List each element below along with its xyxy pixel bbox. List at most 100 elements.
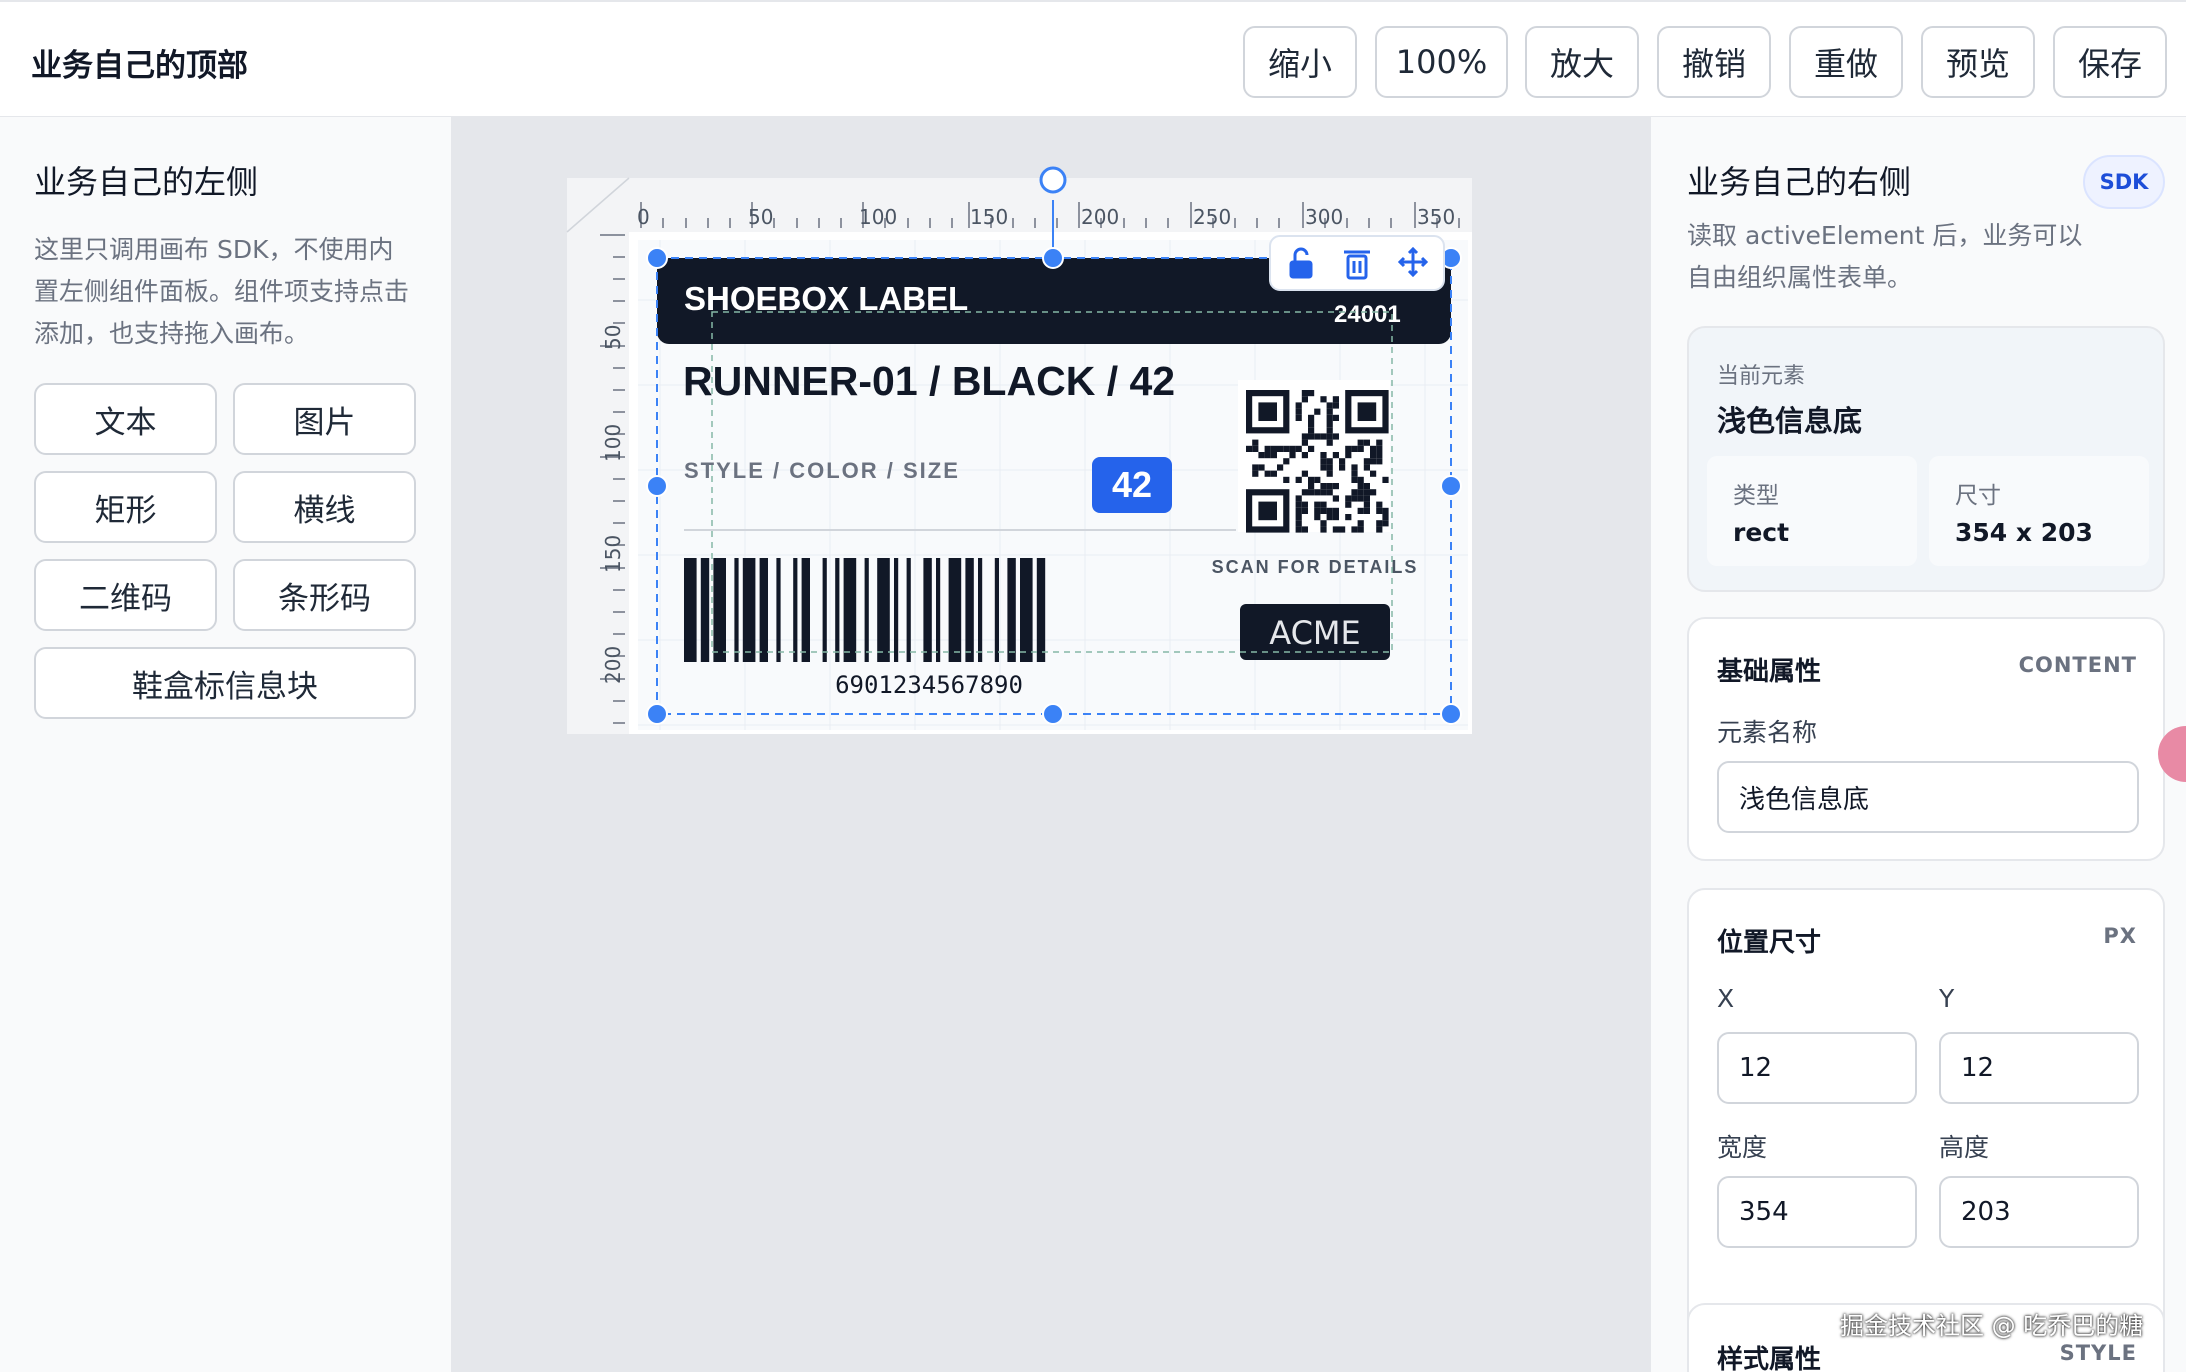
resize-handle-s[interactable] bbox=[1042, 703, 1064, 725]
barcode-bar bbox=[965, 558, 974, 662]
barcode-bar bbox=[877, 558, 890, 662]
qr-module bbox=[1357, 507, 1364, 514]
qr-module bbox=[1295, 507, 1302, 514]
qr-module bbox=[1295, 526, 1302, 533]
qr-module bbox=[1357, 476, 1364, 483]
qr-module bbox=[1332, 414, 1339, 421]
ruler-y-label: 150 bbox=[601, 535, 625, 573]
resize-handle-se[interactable] bbox=[1440, 703, 1462, 725]
barcode-bar bbox=[948, 558, 962, 662]
qr-module bbox=[1370, 452, 1377, 459]
barcode-bar bbox=[1036, 558, 1046, 662]
qr-module bbox=[1320, 458, 1327, 465]
label-style-line[interactable]: STYLE / COLOR / SIZE bbox=[684, 458, 960, 483]
qr-module bbox=[1308, 476, 1315, 483]
qr-module bbox=[1283, 458, 1290, 465]
qr-module bbox=[1301, 501, 1308, 508]
qr-module bbox=[1351, 445, 1358, 452]
qr-module bbox=[1351, 495, 1358, 502]
ruler-y-label: 200 bbox=[601, 646, 625, 684]
basic-properties-card: 基础属性 CONTENT 元素名称 浅色信息底 bbox=[1687, 617, 2165, 861]
barcode-number[interactable]: 6901234567890 bbox=[835, 671, 1023, 699]
qr-module bbox=[1252, 470, 1259, 477]
qr-module bbox=[1376, 507, 1383, 514]
qr-module bbox=[1308, 427, 1315, 434]
qr-module bbox=[1351, 489, 1358, 496]
qr-module bbox=[1370, 445, 1377, 452]
barcode-bar bbox=[684, 558, 697, 662]
style-properties-tag: STYLE bbox=[2059, 1341, 2137, 1365]
barcode-bar bbox=[759, 558, 768, 662]
qr-module bbox=[1345, 501, 1352, 508]
x-input[interactable]: 12 bbox=[1717, 1032, 1917, 1104]
ruler-x-label: 50 bbox=[748, 205, 773, 229]
ruler-y-label: 100 bbox=[601, 424, 625, 462]
qr-module bbox=[1252, 464, 1259, 471]
qr-module bbox=[1301, 526, 1308, 533]
barcode-bar bbox=[700, 558, 710, 662]
qr-module bbox=[1308, 489, 1315, 496]
resize-handle-n[interactable] bbox=[1042, 247, 1064, 269]
qr-module bbox=[1376, 526, 1383, 533]
qr-module bbox=[1301, 433, 1308, 440]
ruler-x-label: 150 bbox=[970, 205, 1008, 229]
qr-module bbox=[1376, 501, 1383, 508]
qr-module bbox=[1332, 483, 1339, 490]
resize-handle-e[interactable] bbox=[1440, 475, 1462, 497]
qr-module bbox=[1376, 439, 1383, 446]
label-product-name[interactable]: RUNNER-01 / BLACK / 42 bbox=[683, 356, 1203, 406]
qr-module bbox=[1295, 476, 1302, 483]
qr-module bbox=[1326, 507, 1333, 514]
qr-module bbox=[1326, 408, 1333, 415]
current-element-card: 当前元素 浅色信息底 类型 rect 尺寸 354 x 203 bbox=[1687, 326, 2165, 592]
scan-text[interactable]: SCAN FOR DETAILS bbox=[1212, 557, 1419, 577]
qr-module bbox=[1295, 501, 1302, 508]
ruler-y-label: 50 bbox=[601, 325, 625, 350]
barcode-bar bbox=[906, 558, 911, 662]
qr-module bbox=[1326, 427, 1333, 434]
qr-module bbox=[1363, 483, 1370, 490]
qr-module bbox=[1320, 526, 1327, 533]
qr-module bbox=[1376, 452, 1383, 459]
watermark: 掘金技术社区 @ 吃乔巴的糖 bbox=[1840, 1312, 2144, 1340]
barcode-bar bbox=[801, 558, 810, 662]
height-input[interactable]: 203 bbox=[1939, 1176, 2139, 1248]
qr-module bbox=[1295, 402, 1302, 409]
resize-handle-sw[interactable] bbox=[646, 703, 668, 725]
element-size-value: 354 x 203 bbox=[1955, 518, 2093, 547]
qr-module bbox=[1295, 520, 1302, 527]
resize-handle-w[interactable] bbox=[646, 475, 668, 497]
qr-module bbox=[1320, 501, 1327, 508]
qr-module bbox=[1345, 452, 1352, 459]
qr-module bbox=[1308, 390, 1315, 397]
qr-module bbox=[1345, 514, 1352, 521]
qr-module bbox=[1308, 414, 1315, 421]
barcode-bar bbox=[713, 558, 726, 662]
element-type-box: 类型 rect bbox=[1707, 456, 1917, 566]
width-input[interactable]: 354 bbox=[1717, 1176, 1917, 1248]
resize-handle-nw[interactable] bbox=[646, 247, 668, 269]
qr-module bbox=[1252, 439, 1259, 446]
qr-module bbox=[1326, 514, 1333, 521]
qr-module bbox=[1357, 402, 1377, 421]
element-name-input[interactable]: 浅色信息底 bbox=[1717, 761, 2139, 833]
qr-module bbox=[1295, 408, 1302, 415]
qr-module bbox=[1270, 445, 1277, 452]
qr-module bbox=[1258, 402, 1277, 421]
qr-module bbox=[1370, 489, 1377, 496]
barcode-bar bbox=[994, 558, 999, 662]
barcode-bar bbox=[1020, 558, 1033, 662]
barcode-bar bbox=[793, 558, 798, 662]
qr-module bbox=[1382, 514, 1389, 521]
label-header-code[interactable]: 24001 bbox=[1334, 301, 1401, 328]
qr-module bbox=[1314, 514, 1321, 521]
qr-module bbox=[1308, 445, 1315, 452]
qr-module bbox=[1326, 470, 1333, 477]
qr-module bbox=[1357, 520, 1364, 527]
barcode-bar bbox=[734, 558, 739, 662]
qr-module bbox=[1326, 489, 1333, 496]
qr-module bbox=[1332, 495, 1339, 502]
y-input[interactable]: 12 bbox=[1939, 1032, 2139, 1104]
rotate-handle[interactable] bbox=[1039, 166, 1067, 194]
element-size-label: 尺寸 bbox=[1955, 483, 2001, 509]
